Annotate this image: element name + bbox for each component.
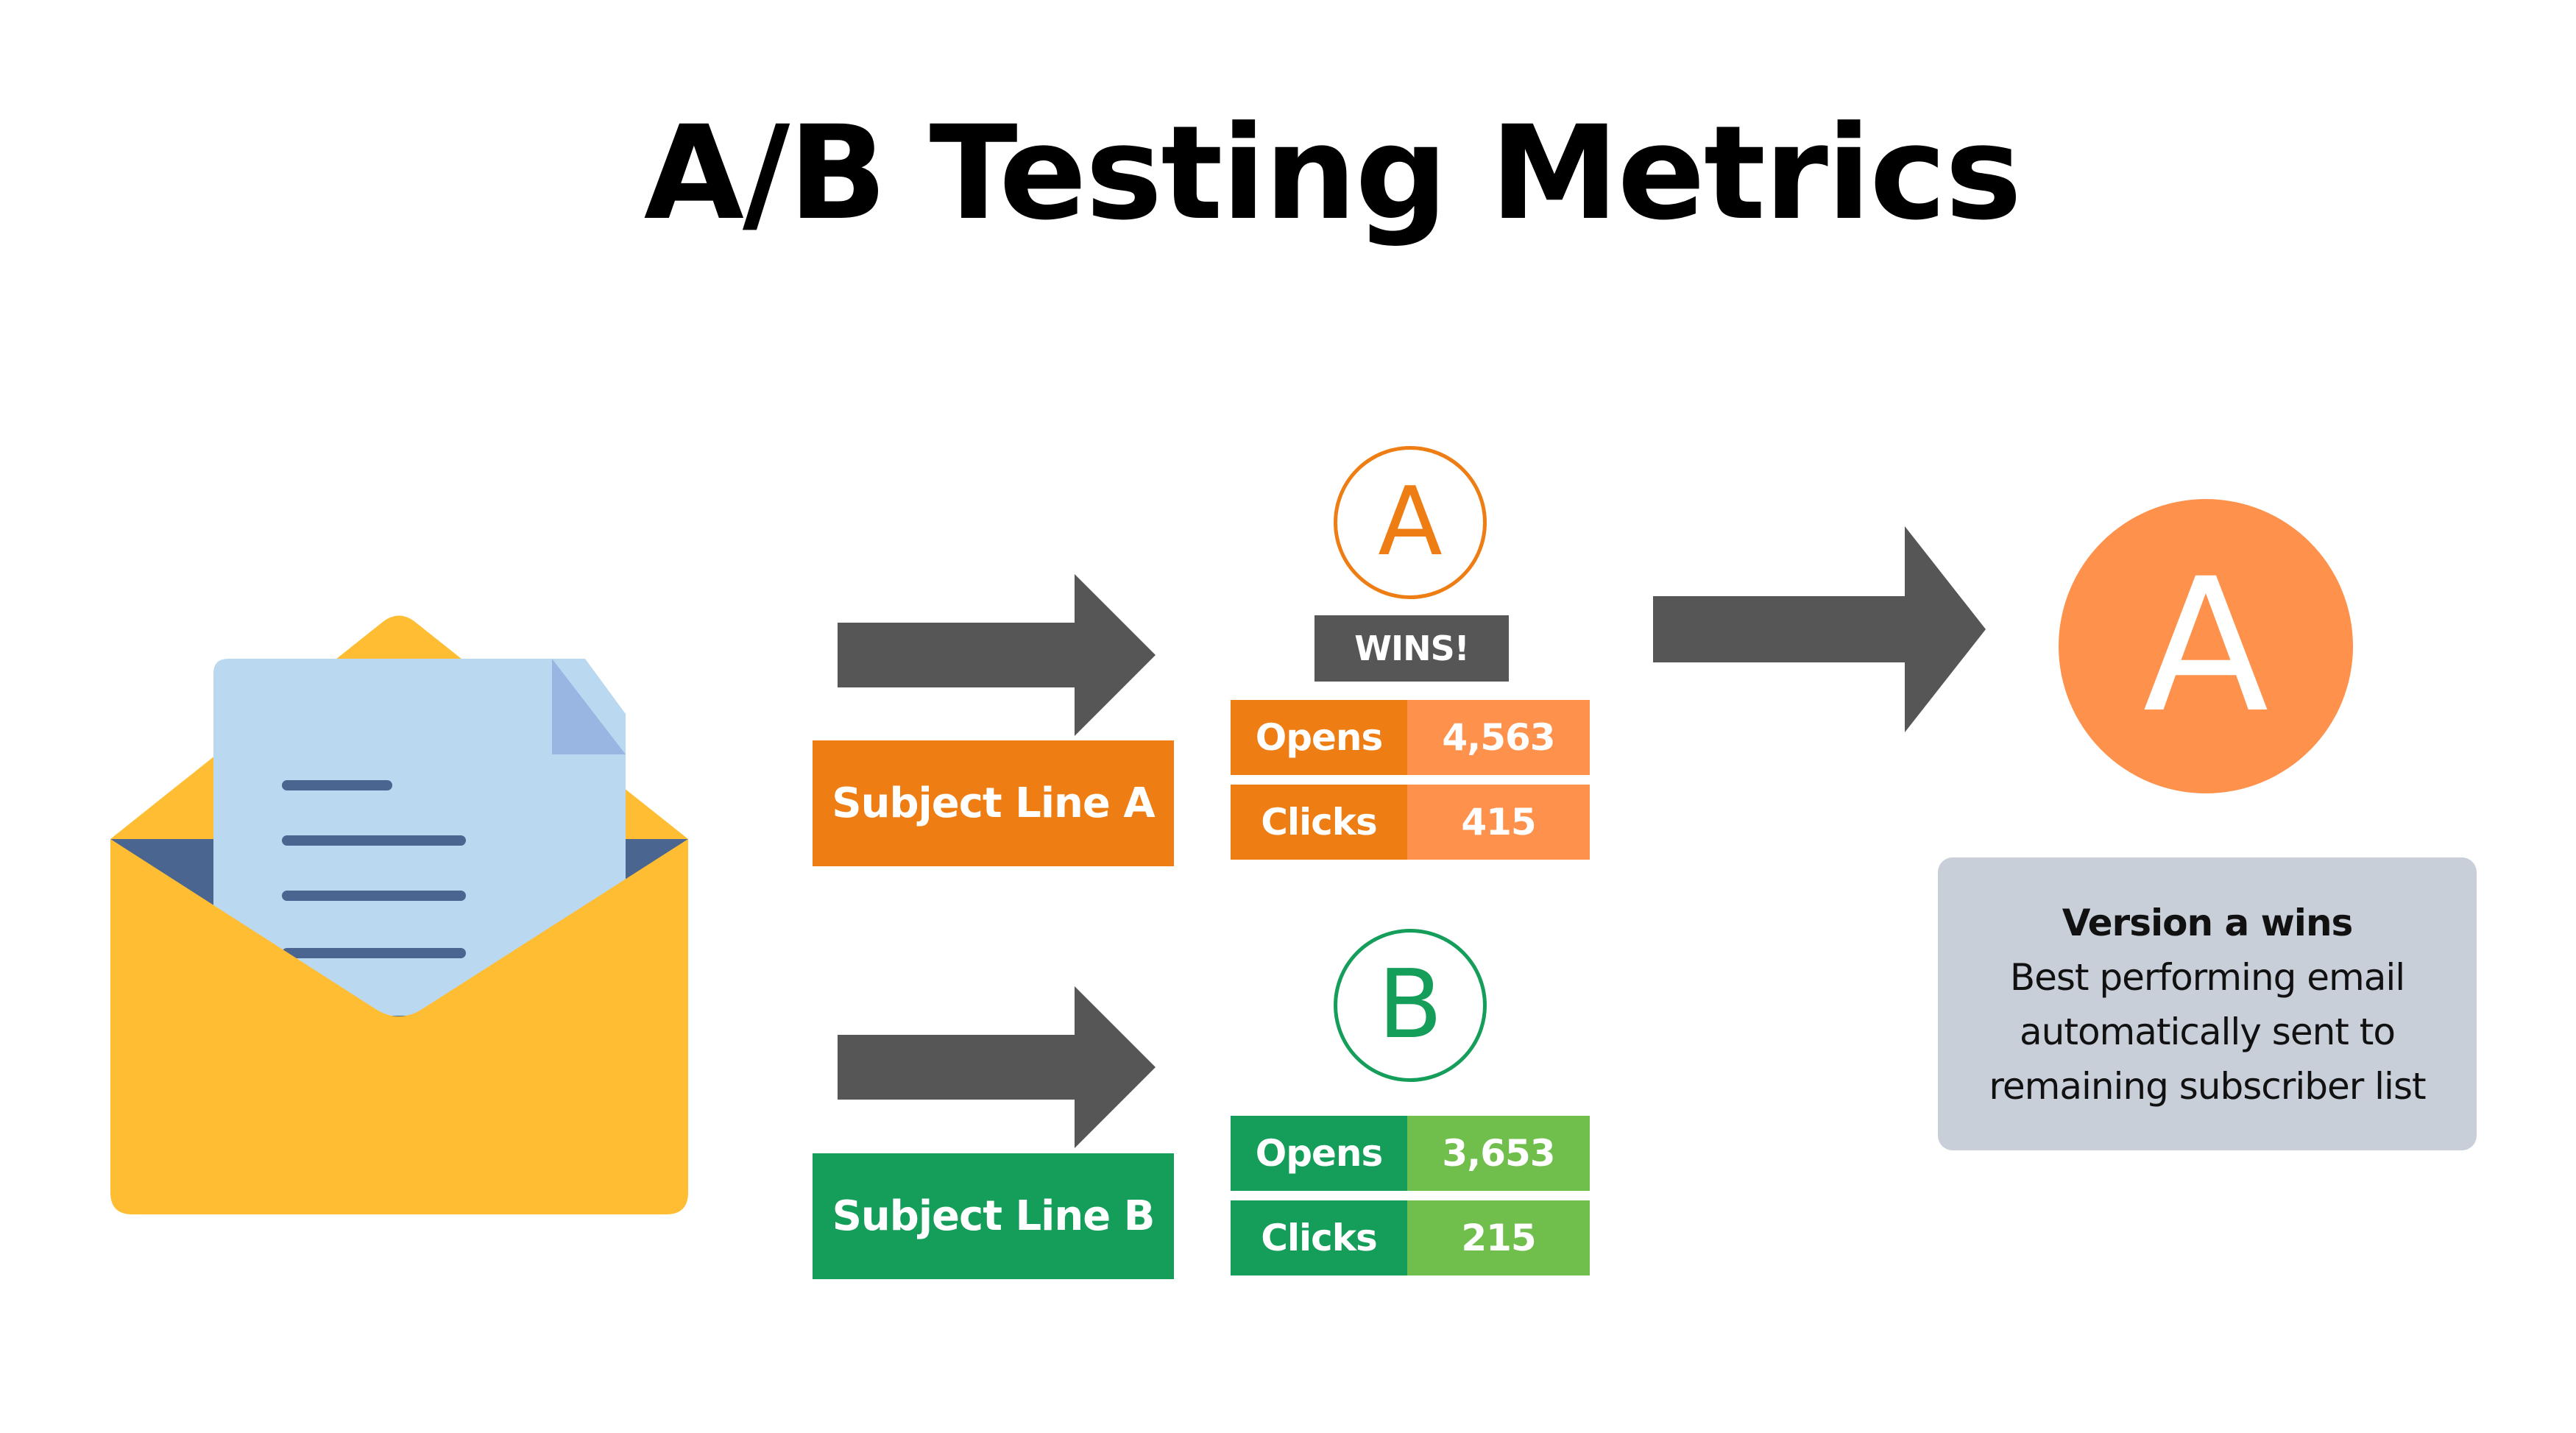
- metric-label: Clicks: [1231, 1200, 1407, 1275]
- page-title: A/B Testing Metrics: [643, 98, 2023, 249]
- metric-value: 4,563: [1407, 700, 1590, 775]
- right-arrow-icon: [838, 986, 1156, 1148]
- variant-a-opens-row: Opens 4,563: [1231, 700, 1590, 775]
- subject-line-b-label: Subject Line B: [813, 1153, 1174, 1279]
- metric-value: 3,653: [1407, 1116, 1590, 1191]
- winner-headline: Version a wins: [2062, 902, 2354, 944]
- variant-a-badge: A: [1334, 446, 1487, 599]
- open-envelope-with-letter-icon: [110, 615, 688, 1214]
- right-arrow-icon: [1653, 526, 1986, 732]
- metric-label: Opens: [1231, 700, 1407, 775]
- variant-b-clicks-row: Clicks 215: [1231, 1200, 1590, 1275]
- variant-a-clicks-row: Clicks 415: [1231, 785, 1590, 860]
- winner-description-line: automatically sent to: [2020, 1011, 2396, 1053]
- variant-b-opens-row: Opens 3,653: [1231, 1116, 1590, 1191]
- wins-badge: WINS!: [1314, 615, 1509, 682]
- winner-badge: A: [2059, 499, 2353, 793]
- winner-description-line: Best performing email: [2009, 956, 2405, 999]
- right-arrow-icon: [838, 574, 1156, 736]
- metric-label: Clicks: [1231, 785, 1407, 860]
- metric-value: 215: [1407, 1200, 1590, 1275]
- metric-label: Opens: [1231, 1116, 1407, 1191]
- winner-description-line: remaining subscriber list: [1989, 1065, 2426, 1108]
- subject-line-a-label: Subject Line A: [813, 740, 1174, 866]
- variant-b-badge: B: [1334, 929, 1487, 1082]
- winner-info-box: Version a wins Best performing email aut…: [1938, 857, 2477, 1150]
- metric-value: 415: [1407, 785, 1590, 860]
